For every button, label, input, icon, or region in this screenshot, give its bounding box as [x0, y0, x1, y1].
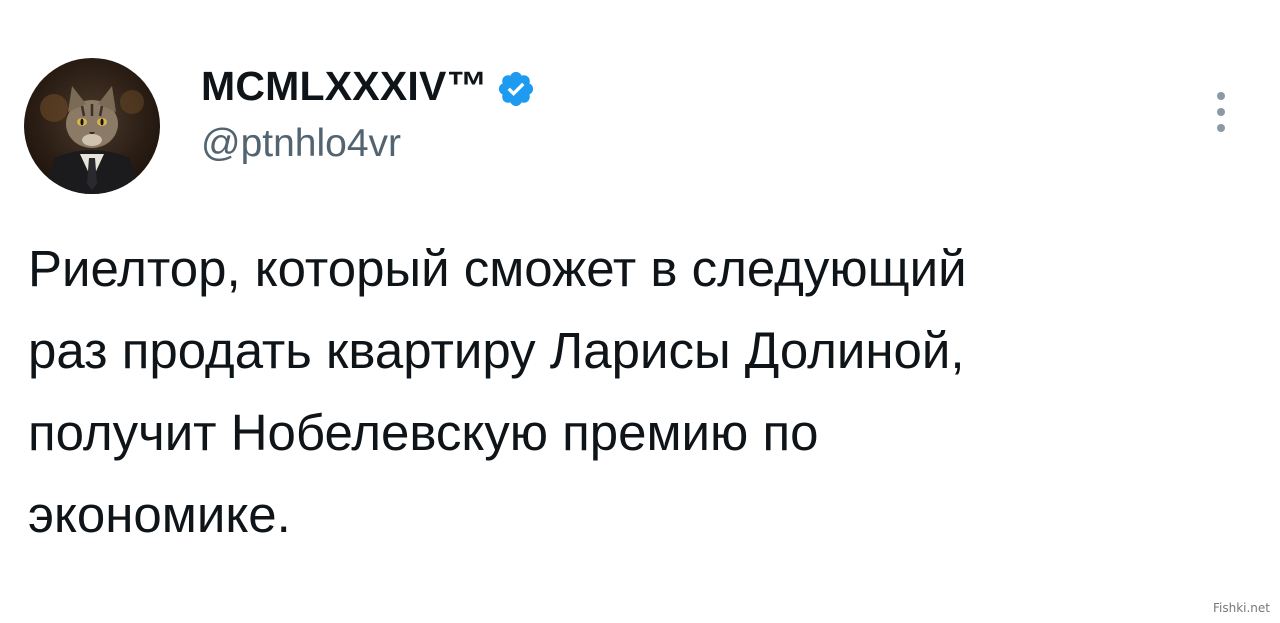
watermark: Fishki.net: [1212, 601, 1270, 615]
avatar[interactable]: [24, 58, 160, 194]
verified-badge-icon: [498, 71, 533, 107]
tweet-header: MCMLXXXIV™ @ptnhlo4vr: [201, 58, 536, 163]
tweet-text-line: получит Нобелевскую премию по: [28, 404, 819, 461]
tweet-text: Риелтор, который сможет в следующий раз …: [28, 228, 1258, 556]
tweet-text-line: Риелтор, который сможет в следующий: [28, 240, 967, 297]
cat-avatar-icon: [40, 86, 144, 194]
name-row: MCMLXXXIV™: [201, 58, 536, 114]
more-vertical-icon[interactable]: [1212, 92, 1230, 134]
user-handle[interactable]: @ptnhlo4vr: [201, 124, 536, 163]
tweet-text-line: раз продать квартиру Ларисы Долиной,: [28, 322, 965, 379]
tweet-card: MCMLXXXIV™ @ptnhlo4vr Риелтор, который с…: [0, 0, 1280, 623]
display-name[interactable]: MCMLXXXIV™: [201, 65, 488, 107]
tweet-text-line: экономике.: [28, 486, 291, 543]
